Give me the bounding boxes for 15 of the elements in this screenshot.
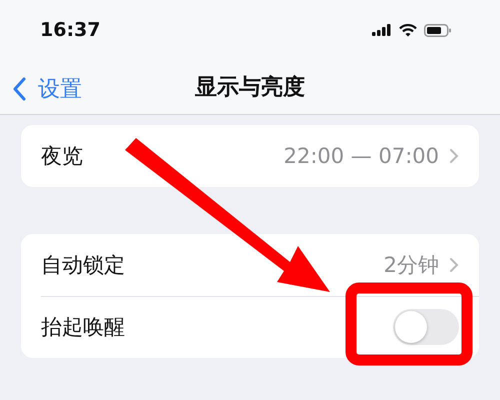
battery-icon	[424, 24, 452, 36]
back-button[interactable]: 设置	[12, 74, 82, 104]
toggle-switch[interactable]	[393, 309, 459, 345]
signal-icon	[372, 24, 392, 36]
row-label: 夜览	[41, 143, 84, 170]
status-time: 16:37	[40, 19, 100, 41]
row-label: 抬起唤醒	[41, 314, 126, 341]
wifi-icon	[399, 24, 417, 36]
back-chevron-icon	[12, 77, 26, 101]
chevron-icon	[449, 148, 459, 164]
row-label: 自动锁定	[41, 252, 126, 279]
row-value[interactable]: 22:00 — 07:00	[284, 144, 439, 168]
chevron-icon	[449, 257, 459, 273]
row-value[interactable]: 2分钟	[384, 251, 439, 279]
nav-title: 显示与亮度	[195, 74, 305, 102]
